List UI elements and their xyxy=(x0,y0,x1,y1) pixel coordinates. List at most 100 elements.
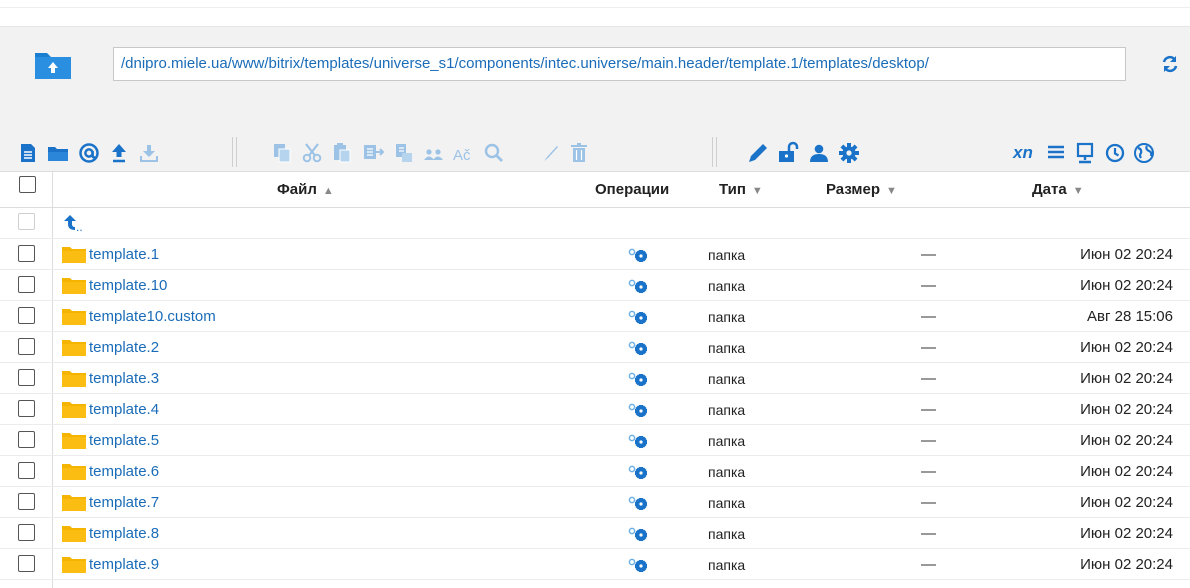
row-type: папка xyxy=(708,495,746,511)
path-input[interactable]: /dnipro.miele.ua/www/bitrix/templates/un… xyxy=(113,47,1126,81)
operations-gear-icon[interactable] xyxy=(628,464,650,480)
table-row[interactable]: template.7 папка — Июн 02 20:24 xyxy=(0,487,1190,518)
folder-up-icon[interactable] xyxy=(33,47,73,81)
row-checkbox[interactable] xyxy=(18,493,35,510)
operations-gear-icon[interactable] xyxy=(628,371,650,387)
copy-icon[interactable] xyxy=(270,141,294,165)
monitor-icon[interactable] xyxy=(1073,141,1097,165)
users-icon[interactable] xyxy=(422,141,446,165)
new-folder-icon[interactable] xyxy=(46,141,70,165)
operations-gear-icon[interactable] xyxy=(628,402,650,418)
xn-conversion-button[interactable]: xn xyxy=(1013,142,1033,164)
select-all-checkbox[interactable] xyxy=(19,176,36,193)
delete-icon[interactable] xyxy=(567,141,591,165)
row-name[interactable]: template.10 xyxy=(89,270,167,301)
parent-arrow-icon[interactable]: .. xyxy=(63,213,93,233)
rename-icon[interactable] xyxy=(746,141,770,165)
table-row[interactable]: template.9 папка — Июн 02 20:24 xyxy=(0,549,1190,580)
row-name[interactable]: template.4 xyxy=(89,394,159,425)
row-checkbox[interactable] xyxy=(18,369,35,386)
toolbar-separator xyxy=(712,137,717,167)
header-operations-label: Операции xyxy=(595,181,670,198)
operations-gear-icon[interactable] xyxy=(628,557,650,573)
svg-text:..: .. xyxy=(76,220,83,233)
operations-gear-icon[interactable] xyxy=(628,495,650,511)
header-date[interactable]: Дата ▼ xyxy=(1032,172,1084,208)
row-type: папка xyxy=(708,371,746,387)
row-name[interactable]: template10.custom xyxy=(89,301,216,332)
operations-gear-icon[interactable] xyxy=(628,278,650,294)
download-icon[interactable] xyxy=(137,141,161,165)
row-name[interactable]: template.7 xyxy=(89,487,159,518)
new-file-icon[interactable] xyxy=(16,141,40,165)
user-icon[interactable] xyxy=(807,141,831,165)
row-name[interactable]: template.1 xyxy=(89,239,159,270)
row-checkbox[interactable] xyxy=(18,276,35,293)
operations-gear-icon[interactable] xyxy=(628,433,650,449)
file-table-header: Файл ▲ Операции Тип ▼ Размер ▼ Дата ▼ xyxy=(0,172,1190,208)
move-icon[interactable] xyxy=(361,141,385,165)
table-row[interactable]: template.10 папка — Июн 02 20:24 xyxy=(0,270,1190,301)
upload-icon[interactable] xyxy=(107,141,131,165)
table-row[interactable]: template.6 папка — Июн 02 20:24 xyxy=(0,456,1190,487)
row-checkbox[interactable] xyxy=(18,338,35,355)
row-checkbox[interactable] xyxy=(18,400,35,417)
row-size: — xyxy=(921,556,936,573)
header-size[interactable]: Размер ▼ xyxy=(826,172,897,208)
refresh-icon[interactable] xyxy=(1160,54,1180,74)
row-checkbox[interactable] xyxy=(18,462,35,479)
header-type[interactable]: Тип ▼ xyxy=(719,172,763,208)
folder-icon xyxy=(62,464,86,480)
history-icon[interactable] xyxy=(1103,141,1127,165)
table-row[interactable]: template.3 папка — Июн 02 20:24 xyxy=(0,363,1190,394)
cut-icon[interactable] xyxy=(300,141,324,165)
folder-icon xyxy=(62,433,86,449)
spellcheck-icon[interactable]: Ač xyxy=(452,141,476,165)
table-row[interactable]: template10.custom папка — Авг 28 15:06 xyxy=(0,301,1190,332)
row-name[interactable]: template.9 xyxy=(89,549,159,580)
row-type: папка xyxy=(708,278,746,294)
toolbar-separator xyxy=(232,137,237,167)
table-row[interactable]: template.1 папка — Июн 02 20:24 xyxy=(0,239,1190,270)
at-icon[interactable] xyxy=(77,141,101,165)
operations-gear-icon[interactable] xyxy=(628,340,650,356)
operations-gear-icon[interactable] xyxy=(628,247,650,263)
row-type: папка xyxy=(708,402,746,418)
row-checkbox[interactable] xyxy=(18,524,35,541)
folder-icon xyxy=(62,340,86,356)
row-checkbox[interactable] xyxy=(18,245,35,262)
row-date: Июн 02 20:24 xyxy=(1080,401,1173,418)
row-name[interactable]: template.8 xyxy=(89,518,159,549)
table-row[interactable]: template.5 папка — Июн 02 20:24 xyxy=(0,425,1190,456)
header-file[interactable]: Файл ▲ xyxy=(277,172,334,208)
unlock-icon[interactable] xyxy=(776,141,800,165)
folder-icon xyxy=(62,495,86,511)
row-name[interactable]: template.6 xyxy=(89,456,159,487)
row-date: Июн 02 20:24 xyxy=(1080,246,1173,263)
row-name[interactable]: template.5 xyxy=(89,425,159,456)
table-row[interactable]: template.8 папка — Июн 02 20:24 xyxy=(0,518,1190,549)
table-row[interactable]: template.2 папка — Июн 02 20:24 xyxy=(0,332,1190,363)
row-checkbox[interactable] xyxy=(18,431,35,448)
settings-icon[interactable] xyxy=(837,141,861,165)
header-date-label: Дата xyxy=(1032,181,1067,198)
globe-icon[interactable] xyxy=(1132,141,1156,165)
row-type: папка xyxy=(708,247,746,263)
row-checkbox[interactable] xyxy=(18,555,35,572)
folder-icon xyxy=(62,371,86,387)
paste-icon[interactable] xyxy=(330,141,354,165)
toolbar: Ač xn xyxy=(0,132,1190,172)
row-checkbox[interactable] xyxy=(18,307,35,324)
operations-gear-icon[interactable] xyxy=(628,309,650,325)
header-type-label: Тип xyxy=(719,181,746,198)
row-name[interactable]: template.3 xyxy=(89,363,159,394)
row-size: — xyxy=(921,432,936,449)
duplicate-icon[interactable] xyxy=(392,141,416,165)
list-view-icon[interactable] xyxy=(1044,141,1068,165)
edit-text-icon[interactable] xyxy=(540,141,564,165)
parent-directory-row[interactable]: .. xyxy=(0,208,1190,239)
table-row[interactable]: template.4 папка — Июн 02 20:24 xyxy=(0,394,1190,425)
operations-gear-icon[interactable] xyxy=(628,526,650,542)
search-icon[interactable] xyxy=(482,141,506,165)
row-name[interactable]: template.2 xyxy=(89,332,159,363)
